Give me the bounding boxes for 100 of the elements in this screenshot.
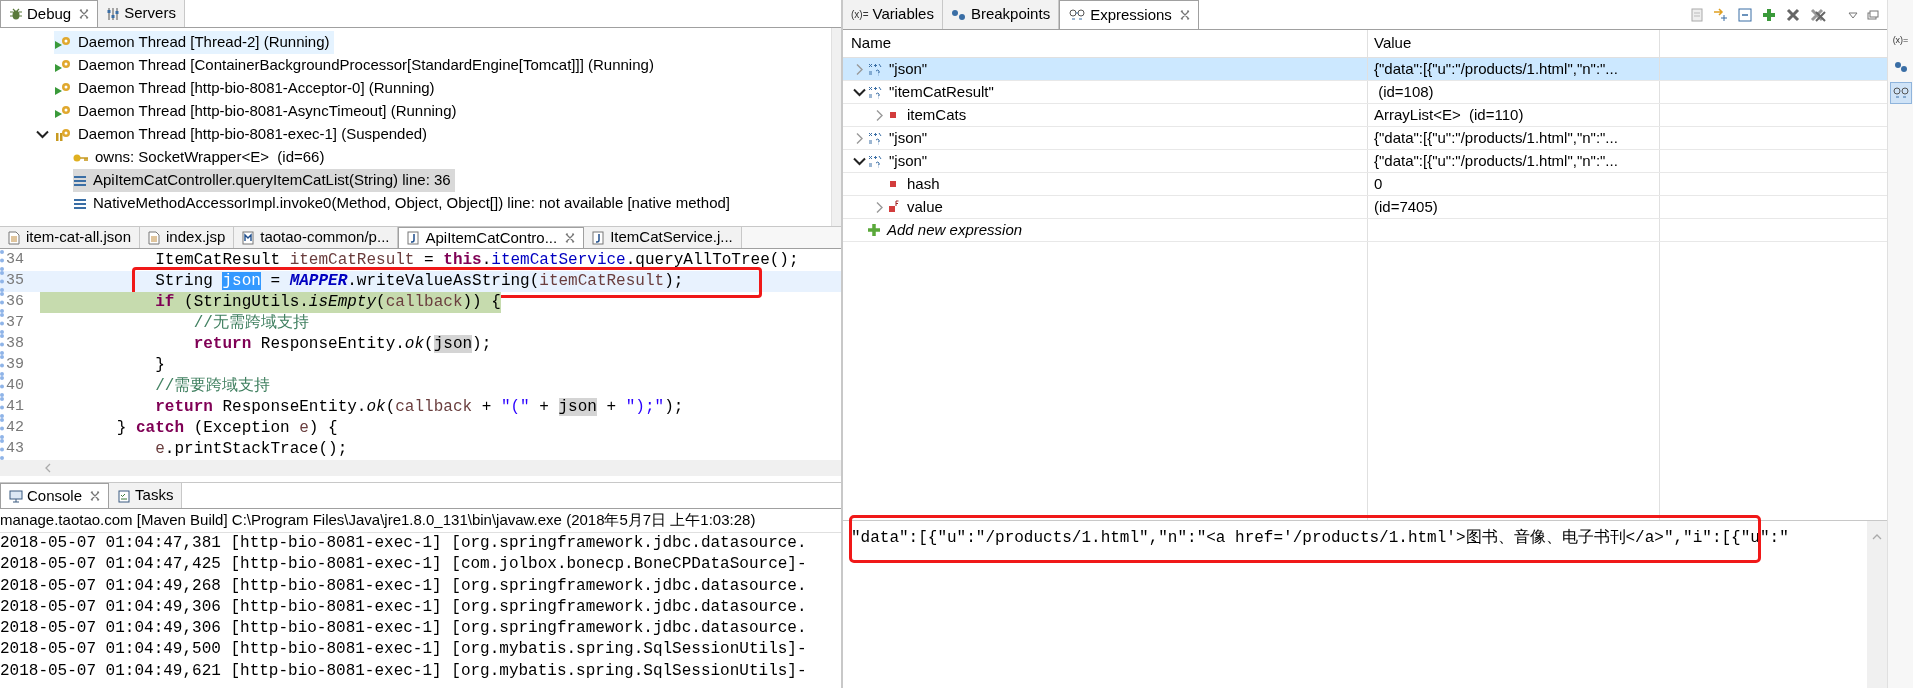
expression-name: value xyxy=(907,196,943,217)
line-number: 34 xyxy=(6,250,24,271)
console-line: 2018-05-07 01:04:49,268 [http-bio-8081-exec-1] [org.springframework.jdbc.datasource. xyxy=(0,575,808,597)
arrows-icon[interactable] xyxy=(1713,6,1729,23)
scroll-up-icon[interactable] xyxy=(1872,533,1882,541)
expression-name: "json" xyxy=(889,58,928,79)
tab[interactable]: index.jsp xyxy=(140,227,235,248)
tab[interactable]: ApiItemCatContro... xyxy=(398,227,585,248)
chevron-right-icon[interactable] xyxy=(854,131,864,145)
chevron-right-icon[interactable] xyxy=(854,62,864,76)
line-number: 40 xyxy=(6,376,24,397)
expression-icon xyxy=(867,62,883,76)
maven-file-icon xyxy=(242,230,255,245)
tab[interactable]: taotao-common/p... xyxy=(234,227,399,248)
horizontal-scrollbar[interactable] xyxy=(0,460,841,476)
expression-value: ArrayList<E> (id=110) xyxy=(1374,104,1524,125)
line-number: 43 xyxy=(6,439,24,460)
column-header[interactable]: Name xyxy=(851,32,891,55)
clipboard-icon xyxy=(117,488,132,503)
scrollbar[interactable] xyxy=(1867,521,1887,688)
chevron-down-icon[interactable] xyxy=(852,156,866,166)
close-icon[interactable] xyxy=(90,491,101,501)
line-number: 41 xyxy=(6,397,24,418)
stack-frame-icon xyxy=(73,197,87,210)
expression-value: {"data":[{"u":"/products/1.html","n":"... xyxy=(1374,127,1618,148)
code-line: //需要跨域支持 xyxy=(154,376,271,397)
monitor-item[interactable]: owns: SocketWrapper<E> (id=66) xyxy=(73,146,329,169)
stack-frame-item[interactable]: ApiItemCatController.queryItemCatList(String) line: 36 xyxy=(73,169,455,192)
expression-name: "itemCatResult" xyxy=(889,81,994,102)
code-line: ItemCatResult itemCatResult = this.itemCatService.queryAllToTree(); xyxy=(154,250,799,271)
chevron-down-icon[interactable] xyxy=(36,130,49,139)
thread-item[interactable]: Daemon Thread [http-bio-8081-Acceptor-0] (Running) xyxy=(54,77,439,100)
field-icon xyxy=(887,178,899,190)
tab[interactable]: Servers xyxy=(98,0,185,27)
tab[interactable]: Expressions xyxy=(1059,0,1199,29)
expression-row[interactable]: itemCats ArrayList<E> (id=110) xyxy=(843,104,1887,127)
expression-value: (id=108) xyxy=(1377,81,1434,102)
line-number: 35 xyxy=(6,271,24,292)
scrollbar[interactable] xyxy=(831,28,841,226)
file-icon xyxy=(8,230,20,245)
file-icon xyxy=(148,230,161,245)
expression-row[interactable]: "json" {"data":[{"u":"/products/1.html","n":"... xyxy=(843,127,1887,150)
tab[interactable]: ItemCatService.j... xyxy=(584,227,742,248)
close-icon[interactable] xyxy=(79,9,90,19)
expression-name: hash xyxy=(907,173,940,194)
expression-row[interactable]: "itemCatResult" (id=108) xyxy=(843,81,1887,104)
code-line: String json = MAPPER.writeValueAsString(itemCatResult); xyxy=(154,271,684,292)
line-number: 39 xyxy=(6,355,24,376)
expression-row[interactable]: "json" {"data":[{"u":"/products/1.html","n":"... xyxy=(843,58,1887,81)
tab[interactable]: Tasks xyxy=(109,483,183,508)
thread-item[interactable]: Daemon Thread [http-bio-8081-AsyncTimeout] (Running) xyxy=(54,100,461,123)
variables-icon: (x)= xyxy=(851,7,869,22)
expression-icon xyxy=(867,85,883,99)
thread-item[interactable]: Daemon Thread [http-bio-8081-exec-1] (Suspended) xyxy=(54,123,432,146)
expression-icon xyxy=(867,154,883,168)
expression-value: (id=7405) xyxy=(1374,196,1438,217)
expression-name: "json" xyxy=(889,127,928,148)
key-icon xyxy=(73,152,89,163)
close-icon[interactable] xyxy=(565,233,576,243)
add-icon[interactable] xyxy=(1761,6,1777,23)
code-line: } catch (Exception e) { xyxy=(115,418,338,439)
line-number: 36 xyxy=(6,292,24,313)
console-header: manage.taotao.com [Maven Build] C:\Program Files\Java\jre1.8.0_131\bin\javaw.exe (2018年5月7日 上午1:03:28) xyxy=(0,510,756,531)
expression-icon xyxy=(867,131,883,145)
minimize-icon[interactable] xyxy=(1867,9,1879,20)
scroll-left-icon[interactable] xyxy=(44,463,52,473)
close-icon[interactable] xyxy=(1785,6,1801,23)
glasses-icon xyxy=(1068,8,1087,22)
tab[interactable]: (x)= Variables xyxy=(843,0,943,29)
column-header[interactable]: Value xyxy=(1374,32,1412,55)
tab[interactable]: Debug xyxy=(0,0,99,27)
bug-icon xyxy=(9,7,23,21)
chevron-down-icon[interactable] xyxy=(852,87,866,97)
thread-item[interactable]: Daemon Thread [Thread-2] (Running) xyxy=(54,31,334,54)
chevron-right-icon[interactable] xyxy=(874,108,884,122)
add-expression-link[interactable]: Add new expression xyxy=(887,218,1023,242)
collapse-all-icon[interactable] xyxy=(1737,6,1753,23)
add-icon xyxy=(867,223,881,237)
expression-value: {"data":[{"u":"/products/1.html","n":"... xyxy=(1374,58,1618,79)
console-line: 2018-05-07 01:04:49,500 [http-bio-8081-exec-1] [org.mybatis.spring.SqlSessionUtils]- xyxy=(0,639,808,661)
view-menu-icon[interactable] xyxy=(1847,9,1859,20)
expression-row[interactable]: hash 0 xyxy=(843,173,1887,196)
variables-button[interactable]: (x)= xyxy=(1889,30,1912,52)
java-file-icon xyxy=(407,231,420,245)
final-field-icon xyxy=(887,200,899,214)
expression-row[interactable]: "json" {"data":[{"u":"/products/1.html","n":"... xyxy=(843,150,1887,173)
tab[interactable]: item-cat-all.json xyxy=(0,227,141,248)
stack-frame-item[interactable]: NativeMethodAccessorImpl.invoke0(Method, Object, Object[]) line: not available [native method] xyxy=(73,192,734,215)
chevron-right-icon[interactable] xyxy=(874,200,884,214)
line-number: 37 xyxy=(6,313,24,334)
thread-item[interactable]: Daemon Thread [ContainerBackgroundProcessor[StandardEngine[Tomcat]]] (Running) xyxy=(54,54,658,77)
expression-name: itemCats xyxy=(907,104,967,125)
expression-name: "json" xyxy=(889,150,928,171)
tab[interactable]: Breakpoints xyxy=(942,0,1060,29)
monitor-icon xyxy=(9,489,23,503)
tab[interactable]: Console xyxy=(0,483,110,508)
glasses-icon[interactable] xyxy=(1889,82,1912,104)
close-icon[interactable] xyxy=(1179,10,1190,20)
java-file-icon xyxy=(592,230,605,245)
expression-row[interactable]: value (id=7405) xyxy=(843,196,1887,219)
